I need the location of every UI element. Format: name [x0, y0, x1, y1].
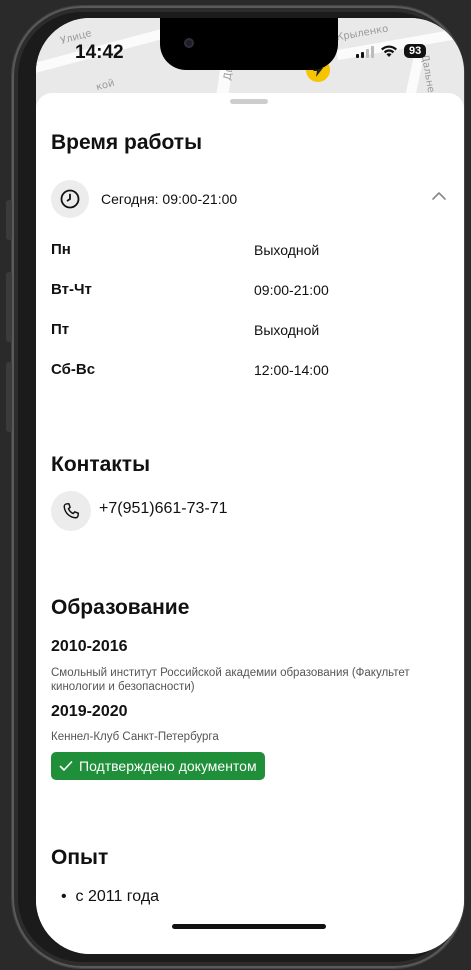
schedule-day: Пн [51, 241, 71, 258]
experience-item: • с 2011 года [61, 888, 160, 905]
volume-up-button [6, 272, 12, 342]
education-years: 2010-2016 [51, 638, 128, 655]
working-hours-title: Время работы [51, 131, 203, 154]
chevron-up-icon[interactable] [429, 186, 449, 206]
home-indicator[interactable] [172, 924, 326, 929]
schedule-day: Пт [51, 321, 70, 338]
map-label: Дальне [418, 53, 437, 94]
schedule-day: Сб-Вс [51, 361, 96, 378]
dynamic-island [160, 18, 338, 70]
education-institution: Кеннел-Клуб Санкт-Петербурга [51, 731, 219, 743]
wifi-icon [381, 44, 397, 57]
schedule-hours: 09:00-21:00 [254, 282, 329, 298]
verified-label: Подтверждено документом [79, 758, 257, 774]
status-icons: 93 [356, 44, 427, 58]
mute-switch [6, 200, 12, 240]
today-hours-toggle[interactable]: Сегодня: 09:00-21:00 [51, 180, 449, 220]
experience-title: Опыт [51, 846, 109, 869]
map-label: кой [94, 77, 116, 94]
schedule-hours: Выходной [254, 242, 320, 258]
check-icon [59, 761, 73, 771]
sheet-drag-handle[interactable] [230, 99, 268, 104]
map-label: Крыленко [335, 23, 390, 44]
screen: Улице Крыленко Дальне кой Дв 14:42 93 Вр… [36, 18, 464, 954]
clock-icon [51, 180, 89, 218]
volume-down-button [6, 362, 12, 432]
battery-indicator: 93 [404, 44, 427, 58]
camera-icon [184, 38, 194, 48]
contacts-title: Контакты [51, 453, 151, 476]
education-years: 2019-2020 [51, 703, 128, 720]
today-hours: Сегодня: 09:00-21:00 [101, 191, 238, 207]
schedule-day: Вт-Чт [51, 281, 92, 298]
phone-icon[interactable] [51, 491, 91, 531]
education-institution: Смольный институт Российской академии об… [51, 667, 410, 693]
status-time: 14:42 [75, 42, 124, 63]
schedule-hours: Выходной [254, 322, 320, 338]
details-sheet: Время работы Сегодня: 09:00-21:00 Пн Вых… [36, 93, 464, 954]
phone-number-link[interactable]: +7(951)661-73-71 [99, 500, 228, 518]
cellular-signal-icon [356, 45, 374, 58]
verified-badge: Подтверждено документом [51, 752, 265, 780]
schedule-hours: 12:00-14:00 [254, 362, 329, 378]
education-title: Образование [51, 596, 190, 619]
